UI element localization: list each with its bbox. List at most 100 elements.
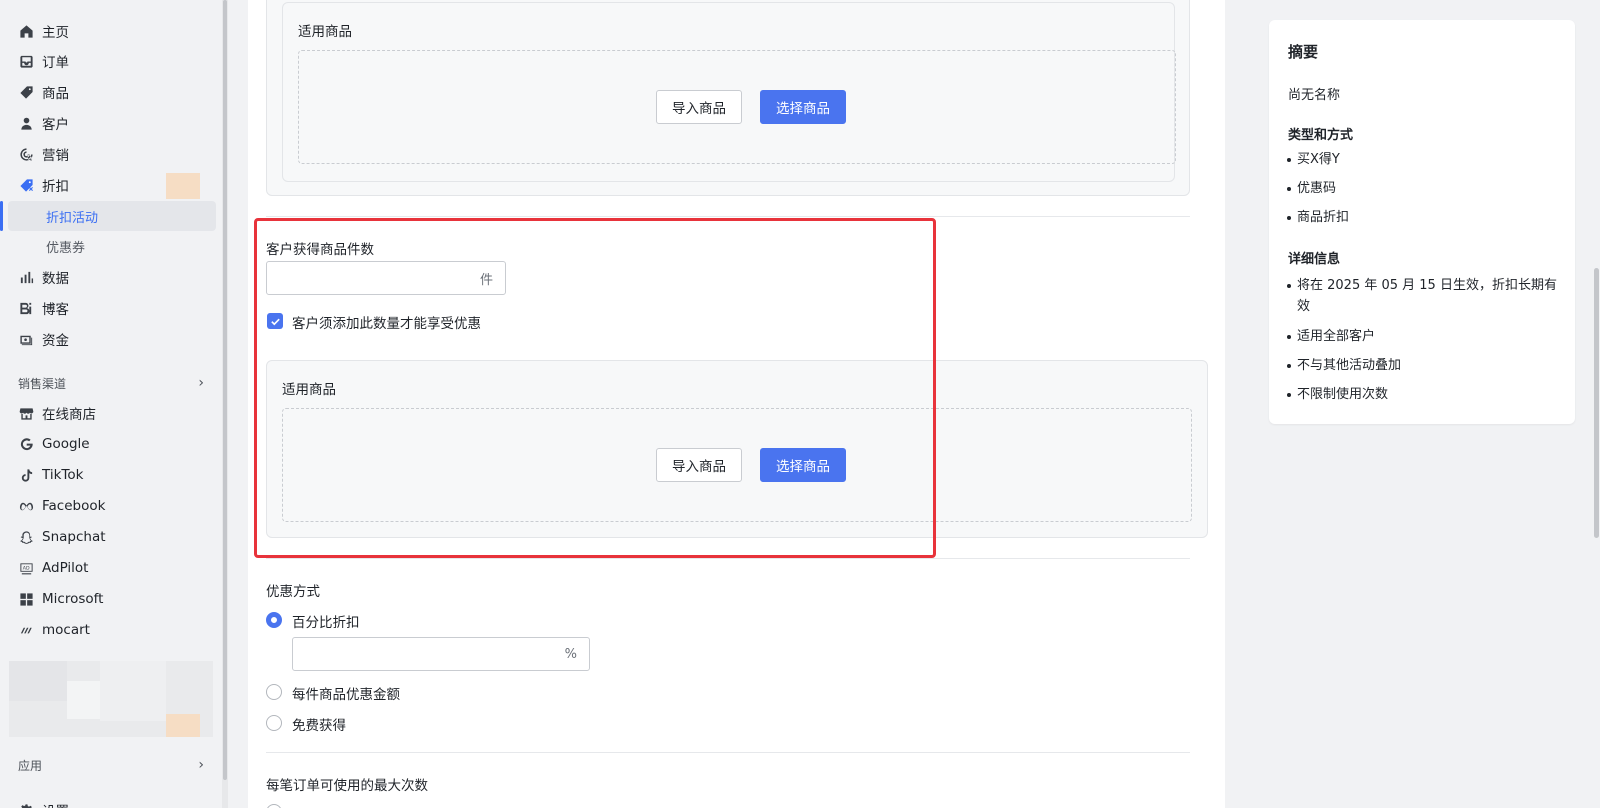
chevron-right-icon: ›	[198, 757, 204, 773]
summary-title: 摘要	[1288, 43, 1319, 61]
bar-chart-icon	[18, 269, 34, 285]
sidebar-item-mocart[interactable]: mocart	[8, 615, 216, 645]
microsoft-icon	[18, 591, 34, 607]
summary-detail-item: 不限制使用次数	[1287, 384, 1559, 405]
tag-icon	[18, 84, 34, 100]
page-scrollbar[interactable]	[1593, 0, 1600, 808]
sidebar-item-orders[interactable]: 订单	[8, 46, 216, 76]
sidebar-item-label: 主页	[42, 25, 69, 41]
person-icon	[18, 115, 34, 131]
max-uses-per-order-label: 每笔订单可使用的最大次数	[266, 778, 428, 794]
google-icon	[18, 436, 34, 452]
sidebar-item-home[interactable]: 主页	[8, 16, 216, 46]
adpilot-icon: AD	[18, 560, 34, 576]
blurred-area	[9, 661, 67, 701]
main-content: 适用商品 导入商品 选择商品 客户获得商品件数 件 客户须添加此数量才能享受优惠…	[248, 0, 1225, 808]
blurred-badge	[166, 173, 200, 199]
sidebar-item-label: AdPilot	[42, 560, 89, 576]
summary-detail-heading: 详细信息	[1288, 252, 1341, 267]
sidebar-item-tiktok[interactable]: TikTok	[8, 460, 216, 490]
section-divider	[266, 752, 1190, 753]
sidebar-item-label: mocart	[42, 622, 90, 638]
sidebar-scrollbar[interactable]	[222, 0, 228, 808]
discount-method-label: 优惠方式	[266, 584, 320, 600]
sidebar-subitem-coupons[interactable]: 优惠券	[8, 231, 216, 261]
sidebar-item-label: 订单	[42, 55, 69, 71]
sidebar-item-blog[interactable]: 博客	[8, 293, 216, 323]
summary-card: 摘要 尚无名称 类型和方式 买X得Y 优惠码 商品折扣 详细信息 将在 2025…	[1269, 20, 1575, 424]
sidebar-item-products[interactable]: 商品	[8, 77, 216, 107]
inbox-icon	[18, 53, 34, 69]
sidebar-item-analytics[interactable]: 数据	[8, 262, 216, 292]
sidebar-subitem-label: 优惠券	[46, 240, 86, 256]
svg-text:AD: AD	[22, 565, 29, 571]
apps-label: 应用	[18, 758, 43, 773]
free-radio[interactable]	[266, 715, 282, 731]
summary-discount-name: 尚无名称	[1288, 88, 1341, 103]
free-label: 免费获得	[292, 718, 346, 734]
section-divider	[266, 216, 1190, 217]
sidebar-item-online-store[interactable]: 在线商店	[8, 398, 216, 428]
chevron-right-icon: ›	[198, 375, 204, 391]
discount-icon	[18, 177, 34, 193]
sidebar-item-label: 设置	[42, 800, 69, 808]
mocart-icon	[18, 622, 34, 638]
sidebar-item-label: Facebook	[42, 498, 106, 514]
sales-channels-header[interactable]: 销售渠道 ›	[8, 370, 216, 396]
sidebar-item-settings[interactable]: 设置	[8, 795, 216, 808]
sidebar-subitem-label: 折扣活动	[46, 210, 99, 226]
percent-suffix: %	[564, 646, 577, 662]
sidebar-scrollbar-thumb[interactable]	[223, 0, 227, 780]
sidebar: 主页 订单 商品 客户 营销 折扣 折扣活动 优惠券 数据 博客 资金 销售渠道…	[0, 0, 222, 808]
summary-type-item: 优惠码	[1287, 178, 1559, 199]
sidebar-item-label: 资金	[42, 333, 69, 349]
max-uses-radio[interactable]	[266, 804, 282, 808]
summary-type-heading: 类型和方式	[1288, 128, 1354, 143]
percentage-discount-radio[interactable]	[266, 612, 282, 628]
home-icon	[18, 23, 34, 39]
sidebar-item-finance[interactable]: 资金	[8, 324, 216, 354]
meta-icon	[18, 498, 34, 514]
snapchat-icon	[18, 529, 34, 545]
store-icon	[18, 405, 34, 421]
sidebar-item-label: 客户	[42, 117, 69, 133]
sidebar-item-label: Snapchat	[42, 529, 106, 545]
tiktok-icon	[18, 467, 34, 483]
percentage-discount-label: 百分比折扣	[292, 615, 360, 631]
blog-icon	[18, 300, 34, 316]
percentage-input[interactable]: %	[292, 637, 590, 671]
import-products-button[interactable]: 导入商品	[656, 90, 742, 124]
wallet-icon	[18, 331, 34, 347]
sidebar-item-facebook[interactable]: Facebook	[8, 491, 216, 521]
sidebar-subitem-discount-campaigns[interactable]: 折扣活动	[0, 201, 216, 231]
sidebar-item-label: 在线商店	[42, 407, 96, 423]
sidebar-item-label: TikTok	[42, 467, 84, 483]
amount-per-item-label: 每件商品优惠金额	[292, 687, 400, 703]
blurred-badge	[166, 714, 200, 737]
amount-per-item-radio[interactable]	[266, 684, 282, 700]
blurred-area	[67, 681, 100, 719]
summary-type-item: 买X得Y	[1287, 149, 1559, 170]
sidebar-item-label: 营销	[42, 148, 69, 164]
target-icon	[18, 146, 34, 162]
sidebar-item-customers[interactable]: 客户	[8, 108, 216, 138]
highlight-annotation	[254, 218, 936, 558]
page-scrollbar-thumb[interactable]	[1594, 268, 1599, 538]
section-divider	[266, 558, 1190, 559]
sidebar-item-google[interactable]: Google	[8, 429, 216, 459]
summary-type-item: 商品折扣	[1287, 207, 1559, 228]
summary-detail-item: 适用全部客户	[1287, 326, 1559, 347]
sidebar-item-adpilot[interactable]: AD AdPilot	[8, 553, 216, 583]
select-products-button[interactable]: 选择商品	[760, 90, 846, 124]
sidebar-item-snapchat[interactable]: Snapchat	[8, 522, 216, 552]
sidebar-item-label: Google	[42, 436, 90, 452]
apps-header[interactable]: 应用 ›	[8, 752, 216, 778]
sidebar-item-label: 商品	[42, 86, 69, 102]
sidebar-item-label: 博客	[42, 302, 69, 318]
sidebar-item-marketing[interactable]: 营销	[8, 139, 216, 169]
sidebar-item-microsoft[interactable]: Microsoft	[8, 584, 216, 614]
blurred-area	[100, 661, 166, 721]
sidebar-item-label: 数据	[42, 271, 69, 287]
applicable-products-title: 适用商品	[298, 24, 352, 40]
summary-detail-item: 不与其他活动叠加	[1287, 355, 1559, 376]
